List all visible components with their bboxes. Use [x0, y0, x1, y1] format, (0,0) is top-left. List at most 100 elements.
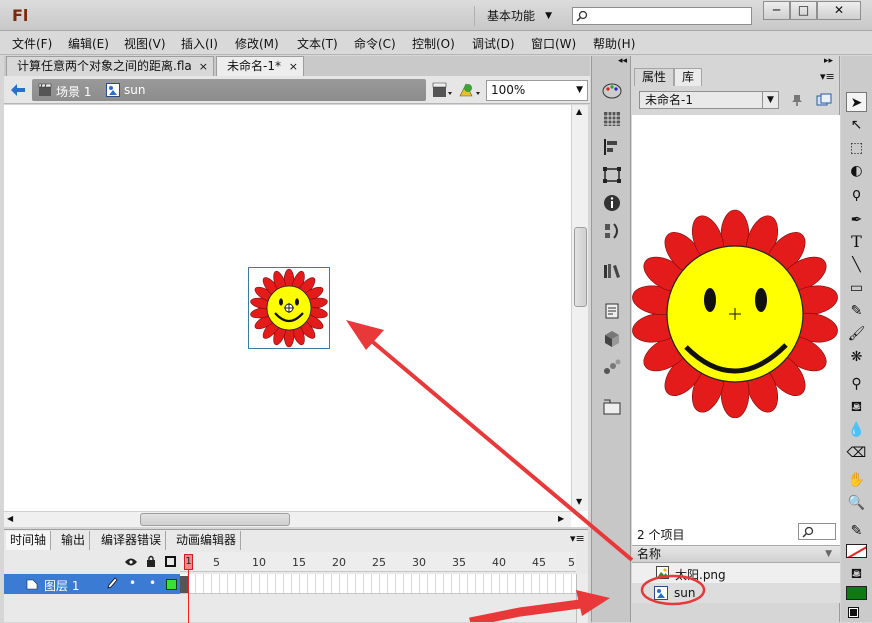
actions-icon[interactable] — [602, 302, 622, 320]
horizontal-scroll-thumb[interactable] — [140, 513, 290, 526]
back-arrow-icon[interactable] — [10, 82, 26, 98]
stage-horizontal-scrollbar[interactable]: ◀ ▶ — [4, 511, 571, 527]
layer-row[interactable]: 图层 1 • • — [4, 574, 180, 594]
tab-library[interactable]: 库 — [674, 68, 703, 86]
menu-control[interactable]: 控制(O) — [412, 35, 455, 52]
color-palette-icon[interactable] — [602, 82, 622, 100]
layer-name[interactable]: 图层 1 — [44, 577, 79, 594]
menu-modify[interactable]: 修改(M) — [235, 35, 279, 52]
transform-icon[interactable] — [602, 166, 622, 184]
library-document-select[interactable]: 未命名-1 ▼ — [639, 91, 779, 109]
pencil-tool-icon[interactable]: ✎ — [846, 301, 867, 321]
menu-window[interactable]: 窗口(W) — [531, 35, 576, 52]
eraser-tool-icon[interactable]: ⌫ — [846, 443, 867, 463]
outline-toggle-icon[interactable] — [165, 556, 176, 567]
scroll-left-arrow-icon[interactable]: ◀ — [7, 514, 13, 523]
selection-tool-icon[interactable]: ➤ — [846, 92, 867, 112]
panel-menu-icon[interactable]: ▾≡ — [820, 70, 835, 83]
lasso-tool-icon[interactable]: ϙ — [846, 184, 867, 204]
paint-bucket-tool-icon[interactable]: ⛾ — [846, 397, 867, 417]
info-icon[interactable] — [602, 194, 622, 212]
timeline-vertical-scrollbar[interactable] — [576, 574, 588, 623]
tab-motion-editor[interactable]: 动画编辑器 — [172, 531, 242, 550]
zoom-tool-icon[interactable]: 🔍 — [846, 493, 867, 513]
eyedropper-tool-icon[interactable]: 💧 — [846, 420, 867, 440]
sun-instance[interactable] — [248, 267, 330, 349]
zoom-select[interactable]: 100% ▼ — [486, 80, 588, 101]
swatches-icon[interactable] — [602, 110, 622, 128]
breadcrumb-symbol[interactable]: sun — [124, 83, 145, 97]
fill-color-swatch[interactable] — [846, 586, 867, 600]
lock-dot[interactable]: • — [149, 576, 156, 590]
timeline-panel: 时间轴 输出 编译器错误 动画编辑器 ▾≡ 5 10 15 20 25 30 3… — [4, 529, 588, 623]
scroll-up-arrow-icon[interactable]: ▲ — [576, 107, 582, 116]
scroll-down-arrow-icon[interactable]: ▼ — [576, 497, 582, 506]
tab-untitled-1[interactable]: 未命名-1* × — [216, 56, 304, 76]
close-tab-icon[interactable]: × — [199, 57, 208, 76]
library-item[interactable]: 太阳.png — [632, 563, 840, 583]
default-colors-icon[interactable] — [848, 607, 859, 618]
workspace-switcher[interactable]: 基本功能 ▼ — [474, 6, 560, 26]
stage-vertical-scrollbar[interactable]: ▲ ▼ — [571, 105, 588, 511]
menu-edit[interactable]: 编辑(E) — [68, 35, 109, 52]
movie-explorer-icon[interactable] — [602, 398, 622, 416]
deco-tool-icon[interactable]: ❋ — [846, 347, 867, 367]
menu-debug[interactable]: 调试(D) — [472, 35, 515, 52]
subselection-tool-icon[interactable]: ↖ — [846, 115, 867, 135]
text-tool-icon[interactable]: T — [846, 232, 867, 252]
motion-presets-icon[interactable] — [602, 358, 622, 376]
collapse-arrows-icon[interactable]: ◂◂ — [618, 56, 627, 66]
pin-library-icon[interactable] — [790, 93, 804, 107]
close-tab-icon[interactable]: × — [289, 57, 298, 76]
frame-cells[interactable] — [180, 574, 576, 594]
tab-distance-fla[interactable]: 计算任意两个对象之间的距离.fla × — [6, 56, 214, 76]
menu-file[interactable]: 文件(F) — [12, 35, 52, 52]
panel-menu-icon[interactable]: ▾≡ — [570, 532, 585, 545]
visibility-dot[interactable]: • — [129, 576, 136, 590]
bone-tool-icon[interactable]: ⚲ — [846, 374, 867, 394]
layer-outline-color[interactable] — [166, 579, 177, 590]
brush-tool-icon[interactable]: 🖌 — [846, 324, 867, 344]
pen-tool-icon[interactable]: ✒ — [846, 210, 867, 230]
free-transform-tool-icon[interactable]: ⬚ — [846, 138, 867, 158]
edit-symbols-icon[interactable] — [458, 81, 482, 99]
library-column-header[interactable]: 名称 ▼ — [632, 545, 840, 563]
chevron-down-icon: ▼ — [762, 92, 778, 108]
components-icon[interactable] — [602, 330, 622, 348]
breadcrumb-scene[interactable]: 场景 1 — [56, 83, 91, 100]
maximize-button[interactable]: □ — [790, 1, 817, 20]
line-tool-icon[interactable]: ╲ — [846, 255, 867, 275]
tab-timeline[interactable]: 时间轴 — [6, 531, 52, 550]
menu-text[interactable]: 文本(T) — [297, 35, 338, 52]
eye-icon[interactable] — [124, 557, 138, 567]
rectangle-tool-icon[interactable]: ▭ — [846, 278, 867, 298]
library-icon[interactable] — [602, 262, 622, 280]
close-button[interactable]: ✕ — [817, 1, 861, 20]
frame-ruler[interactable]: 5 10 15 20 25 30 35 40 45 5 — [180, 552, 576, 572]
help-search-input[interactable] — [572, 7, 752, 25]
edit-scene-icon[interactable] — [432, 81, 454, 99]
playhead[interactable]: 1 — [184, 554, 193, 623]
tab-output[interactable]: 输出 — [57, 531, 91, 550]
hand-tool-icon[interactable]: ✋ — [846, 470, 867, 490]
menu-view[interactable]: 视图(V) — [124, 35, 166, 52]
scroll-right-arrow-icon[interactable]: ▶ — [558, 514, 564, 523]
sort-arrow-icon[interactable]: ▼ — [825, 546, 832, 562]
menu-commands[interactable]: 命令(C) — [354, 35, 396, 52]
stage-canvas[interactable] — [4, 105, 588, 527]
tab-compiler-errors[interactable]: 编译器错误 — [97, 531, 167, 550]
library-item-selected[interactable]: sun — [632, 583, 840, 603]
3d-rotation-tool-icon[interactable]: ◐ — [846, 161, 867, 181]
history-icon[interactable] — [602, 222, 622, 240]
minimize-button[interactable]: ─ — [763, 1, 790, 20]
new-library-panel-icon[interactable] — [816, 93, 832, 107]
align-icon[interactable] — [602, 138, 622, 156]
menu-help[interactable]: 帮助(H) — [593, 35, 635, 52]
vertical-scroll-thumb[interactable] — [574, 227, 587, 307]
lock-icon[interactable] — [146, 555, 156, 567]
tab-properties[interactable]: 属性 — [634, 68, 675, 86]
stroke-color-swatch[interactable] — [846, 544, 867, 558]
expand-arrows-icon[interactable]: ▸▸ — [824, 56, 833, 66]
library-search-input[interactable] — [798, 523, 836, 540]
menu-insert[interactable]: 插入(I) — [181, 35, 218, 52]
